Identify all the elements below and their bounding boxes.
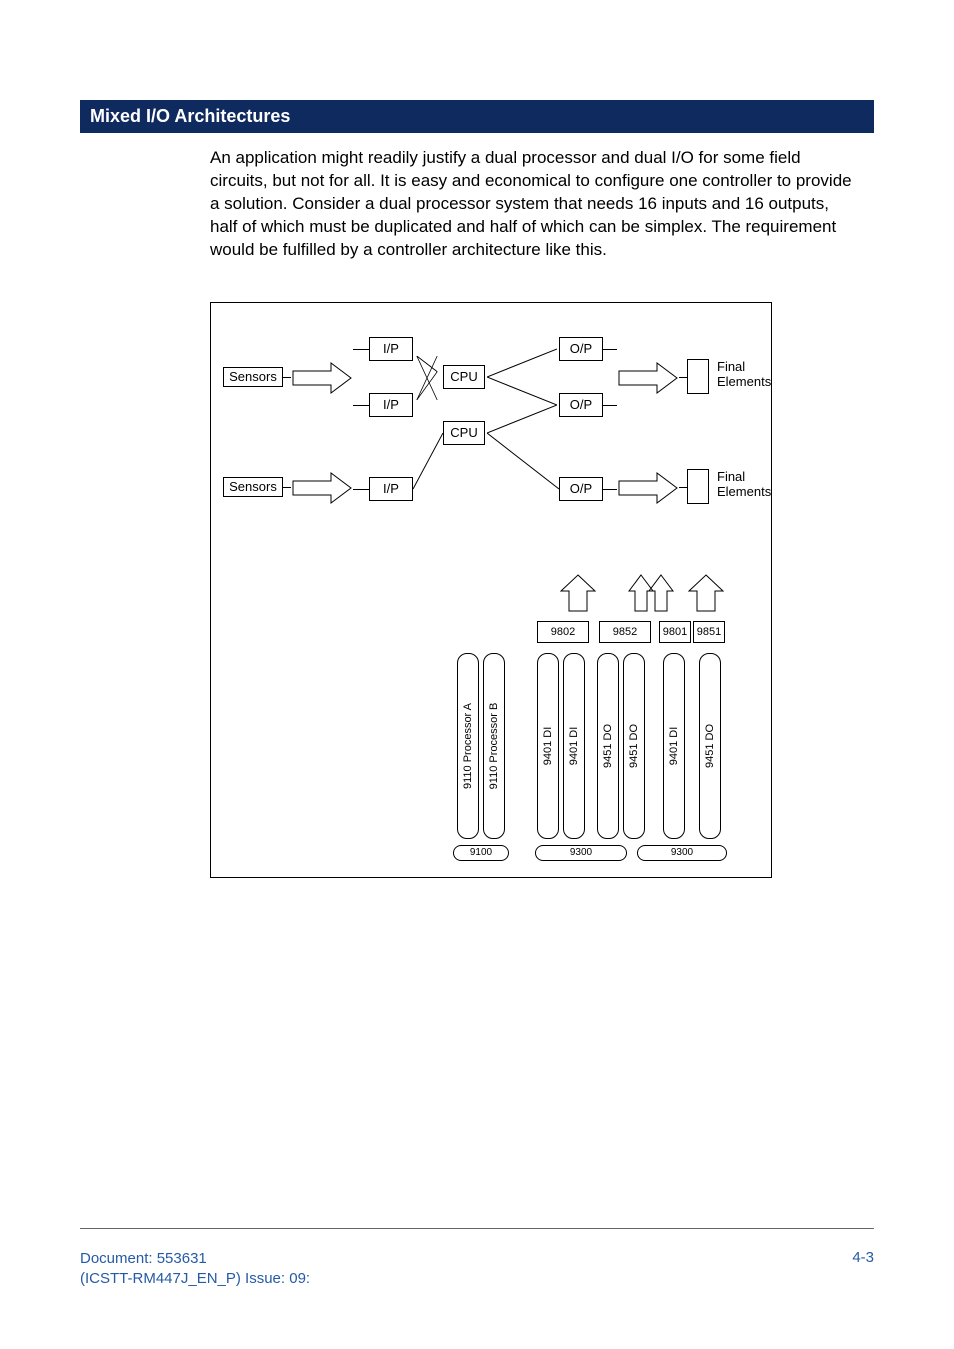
- connector-line-icon: [603, 405, 617, 406]
- arrow-icon: [291, 361, 353, 395]
- body-paragraph: An application might readily justify a d…: [210, 147, 854, 262]
- arrow-icon: [617, 471, 679, 505]
- footer-doc-issue: (ICSTT-RM447J_EN_P) Issue: 09:: [80, 1269, 310, 1289]
- section-header: Mixed I/O Architectures: [80, 100, 874, 133]
- footer-doc-number: Document: 553631: [80, 1249, 310, 1269]
- backplane-label: 9300: [637, 845, 727, 861]
- cpu-box: CPU: [443, 421, 485, 445]
- sensors-box-2: Sensors: [223, 477, 283, 497]
- ip-box: I/P: [369, 337, 413, 361]
- ip-box: I/P: [369, 393, 413, 417]
- backplane-label: 9300: [535, 845, 627, 861]
- carrier-label: 9802: [537, 621, 589, 643]
- up-arrow-icon: [687, 573, 725, 613]
- connector-line-icon: [283, 377, 291, 378]
- arrow-icon: [617, 361, 679, 395]
- connector-line-icon: [603, 349, 617, 350]
- up-arrow-icon: [559, 573, 597, 613]
- module-do: 9451 DO: [699, 653, 721, 839]
- module-processor-a: 9110 Processor A: [457, 653, 479, 839]
- op-box: O/P: [559, 337, 603, 361]
- page-footer: Document: 553631 (ICSTT-RM447J_EN_P) Iss…: [80, 1249, 874, 1290]
- final-elements-label: Final Elements: [717, 469, 771, 499]
- architecture-figure: Sensors Sensors I/P I/P CPU CPU O/P O/P: [210, 302, 772, 878]
- module-di: 9401 DI: [563, 653, 585, 839]
- sensors-box-1: Sensors: [223, 367, 283, 387]
- footer-page-number: 4-3: [852, 1249, 874, 1266]
- connector-line-icon: [353, 489, 369, 490]
- connector-line-icon: [283, 487, 291, 488]
- backplane-label: 9100: [453, 845, 509, 861]
- chassis-diagram: 9802 9852 9801 9851 9110 Processor A 911…: [441, 613, 751, 863]
- op-box: O/P: [559, 393, 603, 417]
- module-processor-b: 9110 Processor B: [483, 653, 505, 839]
- carrier-label: 9851: [693, 621, 725, 643]
- module-di: 9401 DI: [537, 653, 559, 839]
- connector-line-icon: [353, 349, 369, 350]
- module-do: 9451 DO: [623, 653, 645, 839]
- connector-line-icon: [353, 405, 369, 406]
- connector-line-icon: [679, 487, 687, 488]
- module-di: 9401 DI: [663, 653, 685, 839]
- final-elements-box: [687, 359, 709, 394]
- connector-line-icon: [603, 489, 617, 490]
- arrow-icon: [291, 471, 353, 505]
- figure-container: Sensors Sensors I/P I/P CPU CPU O/P O/P: [210, 302, 874, 878]
- connector-line-icon: [487, 433, 559, 493]
- connector-line-icon: [413, 433, 443, 493]
- final-elements-box: [687, 469, 709, 504]
- connector-line-icon: [679, 377, 687, 378]
- cross-connect-icon: [414, 356, 440, 400]
- cpu-box: CPU: [443, 365, 485, 389]
- footer-divider: [80, 1228, 874, 1229]
- op-box: O/P: [559, 477, 603, 501]
- carrier-label: 9801: [659, 621, 691, 643]
- final-elements-label: Final Elements: [717, 359, 771, 389]
- up-double-arrow-icon: [627, 573, 675, 613]
- module-do: 9451 DO: [597, 653, 619, 839]
- ip-box: I/P: [369, 477, 413, 501]
- carrier-label: 9852: [599, 621, 651, 643]
